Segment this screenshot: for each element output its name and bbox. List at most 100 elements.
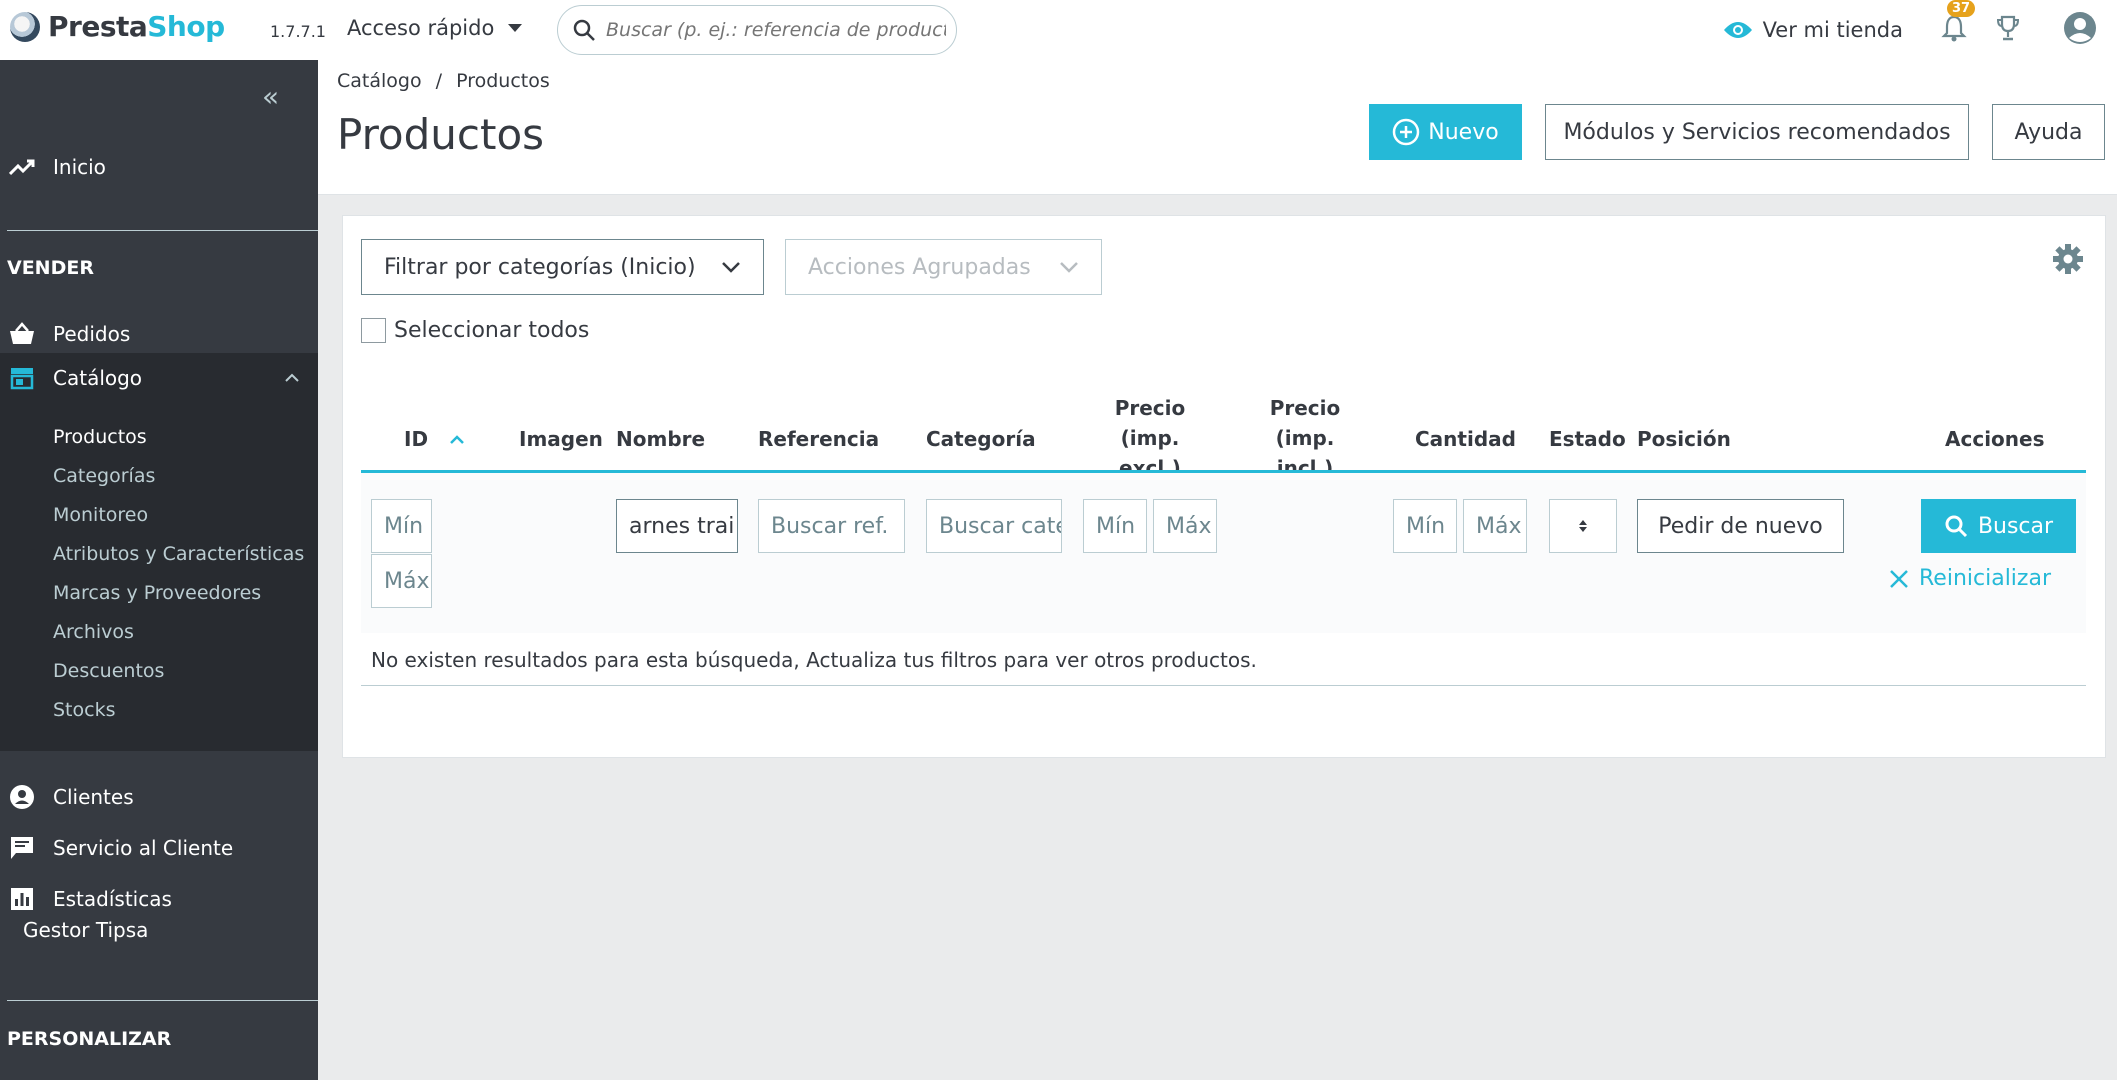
sidebar-subitem-productos[interactable]: Productos [53,426,147,448]
column-header-posicion[interactable]: Posición [1637,424,1731,454]
quick-access-label: Acceso rápido [347,16,495,40]
page-title: Productos [337,110,545,159]
add-circle-icon [1393,118,1420,146]
reorder-button[interactable]: Pedir de nuevo [1637,499,1844,553]
search-input[interactable] [606,19,946,41]
sidebar-subitem-marcas[interactable]: Marcas y Proveedores [53,582,261,604]
account-circle-icon [8,783,36,811]
sidebar-item-label: Estadísticas [53,887,172,911]
sidebar-item-pedidos[interactable]: Pedidos [0,312,318,356]
sidebar-item-label: Catálogo [53,366,143,390]
sidebar-subitem-archivos[interactable]: Archivos [53,621,134,643]
sort-ascending-icon [450,434,464,444]
section-personalizar: PERSONALIZAR [7,1028,172,1050]
category-filter-input[interactable]: Buscar cate [926,499,1062,553]
filter-row [361,473,2086,633]
column-header-id[interactable]: ID [404,424,464,454]
bell-icon [1941,15,1967,42]
help-button[interactable]: Ayuda [1992,104,2105,160]
sidebar-subitem-stocks[interactable]: Stocks [53,699,115,721]
sort-arrows-icon [1579,520,1587,532]
category-filter-label: Filtrar por categorías (Inicio) [384,254,696,280]
column-header-categoria[interactable]: Categoría [926,424,1036,454]
chevron-down-icon [1060,262,1078,273]
sidebar-subitem-descuentos[interactable]: Descuentos [53,660,164,682]
bulk-actions-dropdown[interactable]: Acciones Agrupadas [785,239,1102,295]
chevron-up-icon [285,373,299,382]
price-max-input[interactable]: Máx [1153,499,1217,553]
header-search[interactable] [557,5,957,55]
no-results-message: No existen resultados para esta búsqueda… [371,648,1257,672]
column-header-id-label: ID [404,427,429,451]
caret-down-icon [508,24,523,32]
header-line: Precio (imp. [1269,396,1341,450]
sidebar-item-gestor-tipsa[interactable]: Gestor Tipsa [23,918,148,942]
trophy-icon [1996,15,2020,41]
puffin-logo-icon [10,11,40,42]
search-filter-label: Buscar [1977,513,2054,539]
notification-badge: 37 [1947,0,1976,17]
sidebar-item-clientes[interactable]: Clientes [0,775,318,819]
chevron-down-icon [722,262,740,273]
prestashop-logo[interactable]: PrestaShop [10,10,225,43]
column-header-referencia[interactable]: Referencia [758,424,879,454]
reset-filters-link[interactable]: Reinicializar [1889,566,2051,591]
column-header-cantidad[interactable]: Cantidad [1415,424,1516,454]
quantity-max-input[interactable]: Máx [1463,499,1527,553]
select-all-checkbox[interactable] [361,318,386,343]
trending-up-icon [8,153,36,181]
column-header-acciones: Acciones [1945,427,2045,451]
shopping-basket-icon [8,320,36,348]
reference-filter-input[interactable]: Buscar ref. [758,499,905,553]
store-icon [8,364,36,392]
breadcrumb: Catálogo / Productos [337,70,550,92]
section-vender: VENDER [7,257,94,279]
sidebar-subitem-monitoreo[interactable]: Monitoreo [53,504,148,526]
view-store-link[interactable]: Ver mi tienda [1723,18,1903,42]
sidebar-item-catalogo[interactable]: Catálogo [0,353,318,403]
collapse-sidebar-icon[interactable]: « [262,80,279,113]
trophy-button[interactable] [1995,14,2021,46]
reset-label: Reinicializar [1919,566,2051,591]
id-min-input[interactable]: Mín [371,499,432,553]
status-select[interactable] [1549,499,1617,553]
breadcrumb-catalogo[interactable]: Catálogo [337,70,422,92]
version-label: 1.7.7.1 [270,22,326,41]
search-filter-button[interactable]: Buscar [1921,499,2076,553]
notifications-button[interactable]: 37 [1941,0,1976,46]
table-bottom-border [361,685,2086,686]
sidebar-item-label: Servicio al Cliente [53,836,234,860]
sidebar-divider [7,1000,318,1001]
name-filter-input[interactable]: arnes trai [616,499,738,553]
user-avatar-button[interactable] [2063,11,2097,49]
search-icon[interactable] [572,18,596,42]
column-header-estado[interactable]: Estado [1549,424,1626,454]
recommended-modules-button[interactable]: Módulos y Servicios recomendados [1545,104,1969,160]
user-icon [2064,12,2096,44]
quick-access-menu[interactable]: Acceso rápido [347,16,523,40]
settings-gear-button[interactable] [2052,243,2084,279]
column-header-nombre[interactable]: Nombre [616,424,705,454]
new-product-button[interactable]: Nuevo [1369,104,1522,160]
sidebar-item-servicio[interactable]: Servicio al Cliente [0,826,318,870]
sidebar-divider [7,230,318,231]
sidebar-subitem-atributos[interactable]: Atributos y Características [53,543,304,565]
search-icon [1945,515,1967,538]
header-line: Precio (imp. [1114,396,1186,450]
category-filter-dropdown[interactable]: Filtrar por categorías (Inicio) [361,239,764,295]
sidebar-item-label: Clientes [53,785,134,809]
id-max-input[interactable]: Máx [371,554,432,608]
sidebar-item-inicio[interactable]: Inicio [0,145,318,189]
quantity-min-input[interactable]: Mín [1393,499,1457,553]
select-all[interactable]: Seleccionar todos [361,318,589,343]
chat-icon [8,834,36,862]
close-icon [1890,569,1908,588]
sidebar-subitem-categorias[interactable]: Categorías [53,465,155,487]
select-all-label: Seleccionar todos [394,318,590,343]
price-min-input[interactable]: Mín [1083,499,1147,553]
sidebar-item-estadisticas[interactable]: Estadísticas [0,877,318,921]
brand-suffix: Shop [147,10,225,43]
gear-icon [2053,244,2083,274]
sidebar-item-label: Pedidos [53,322,131,346]
view-store-label: Ver mi tienda [1762,18,1903,42]
